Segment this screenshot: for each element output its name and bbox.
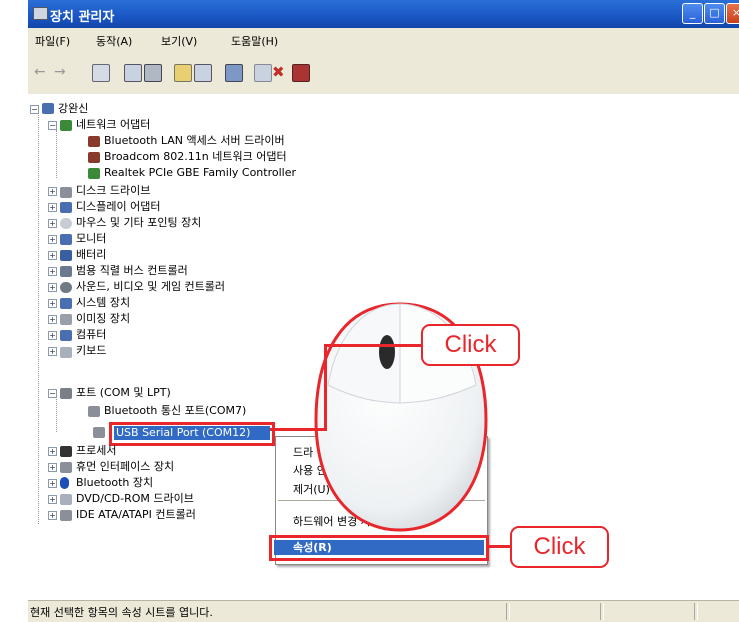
click-callout: Click xyxy=(510,526,609,568)
toolbar: ← → ✖ xyxy=(28,52,739,95)
selected-item-highlight: USB Serial Port (COM12) xyxy=(109,422,275,446)
bluetooth-icon xyxy=(60,477,69,489)
speaker-icon xyxy=(60,282,72,293)
minimize-button[interactable]: _ xyxy=(682,3,703,24)
processor-icon xyxy=(60,446,72,457)
connector-line xyxy=(270,428,325,431)
click-callout: Click xyxy=(421,324,520,366)
dvd-icon xyxy=(60,494,72,505)
ide-icon xyxy=(60,510,72,521)
title-bar[interactable]: 장치 관리자 _ □ × xyxy=(28,0,739,28)
tree-item-usb-serial-com12[interactable]: USB Serial Port (COM12) xyxy=(114,426,270,440)
properties-highlight: 속성(R) xyxy=(269,535,489,561)
camera-icon xyxy=(60,314,72,325)
port-icon xyxy=(60,388,72,399)
status-bar: 현재 선택한 항목의 속성 시트를 엽니다. xyxy=(28,600,739,622)
menu-file[interactable]: 파일(F) xyxy=(35,33,70,49)
stop-icon[interactable] xyxy=(292,64,310,82)
battery-icon xyxy=(60,250,72,261)
scan-icon[interactable] xyxy=(194,64,212,82)
port-icon xyxy=(88,406,100,417)
connector-line xyxy=(324,344,422,347)
menu-bar: 파일(F) 동작(A) 보기(V) 도움말(H) xyxy=(28,28,739,52)
display-icon xyxy=(60,202,72,213)
menu-view[interactable]: 보기(V) xyxy=(161,33,197,49)
disk-icon xyxy=(60,187,72,198)
network-card-icon xyxy=(88,152,100,163)
mouse-icon xyxy=(60,218,72,229)
uninstall-icon[interactable]: ✖ xyxy=(272,64,288,80)
monitor-icon xyxy=(60,234,72,245)
menu-action[interactable]: 동작(A) xyxy=(96,33,132,49)
network-card-icon xyxy=(88,136,100,147)
menu-help[interactable]: 도움말(H) xyxy=(231,33,278,49)
print-icon[interactable] xyxy=(144,64,162,82)
system-icon xyxy=(60,298,72,309)
help-icon[interactable] xyxy=(174,64,192,82)
menu-item-properties[interactable]: 속성(R) xyxy=(274,540,484,555)
network-card-icon xyxy=(88,168,100,179)
hid-icon xyxy=(60,462,72,473)
close-button[interactable]: × xyxy=(726,3,739,24)
window-title: 장치 관리자 xyxy=(50,10,115,25)
back-icon[interactable]: ← xyxy=(34,64,50,80)
computer-icon xyxy=(60,330,72,341)
network-icon xyxy=(60,120,72,131)
connector-line xyxy=(324,346,327,431)
port-icon xyxy=(93,427,105,438)
maximize-button[interactable]: □ xyxy=(704,3,725,24)
view-icon[interactable] xyxy=(92,64,110,82)
device-manager-icon xyxy=(33,7,48,20)
disable-icon[interactable] xyxy=(254,64,272,82)
update-driver-icon[interactable] xyxy=(225,64,243,82)
keyboard-icon xyxy=(60,347,72,358)
properties-icon[interactable] xyxy=(124,64,142,82)
forward-icon[interactable]: → xyxy=(54,64,70,80)
computer-icon xyxy=(42,103,54,114)
usb-icon xyxy=(60,266,72,277)
status-text: 현재 선택한 항목의 속성 시트를 엽니다. xyxy=(30,606,213,619)
